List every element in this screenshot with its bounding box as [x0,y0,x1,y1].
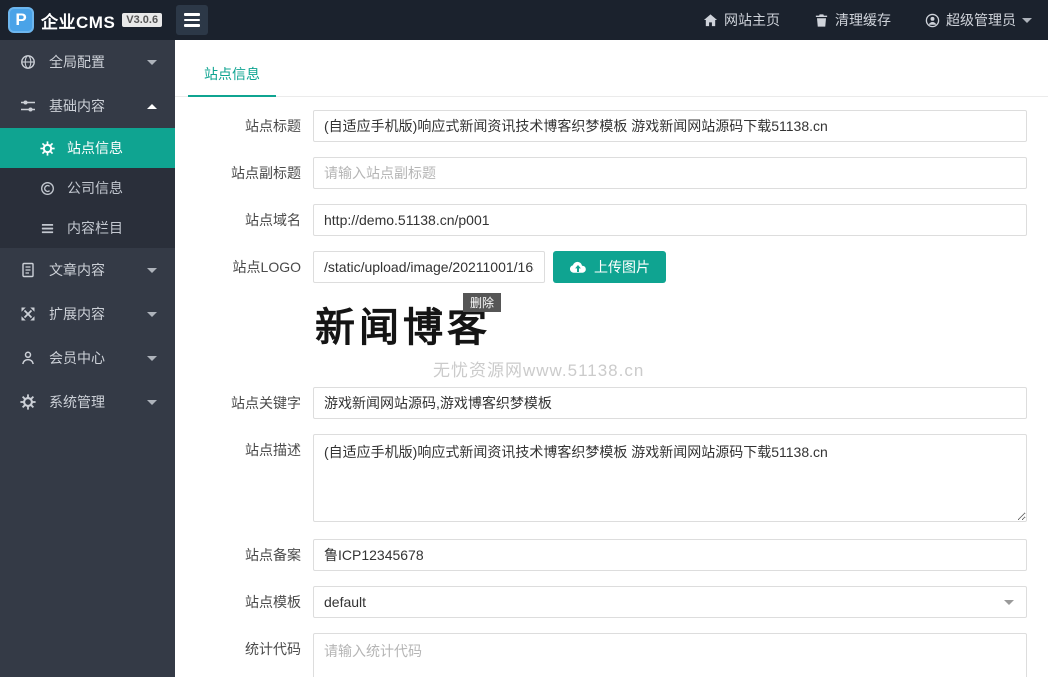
sidebar-item-label: 全局配置 [49,54,105,70]
form-row: 站点域名 [175,204,1027,236]
sidebar-item-system-management[interactable]: 系统管理 [0,380,175,424]
tab-site-info[interactable]: 站点信息 [188,58,276,97]
list-icon [41,223,54,233]
chevron-down-icon [147,355,157,361]
arrows-out-icon [21,307,35,321]
form-row: 站点标题 [175,110,1027,142]
site-title-input[interactable] [313,110,1027,142]
site-home-label: 网站主页 [724,12,780,28]
app-window: P 企业CMS V3.0.6 网站主页 清理缓存 超级管理员 全局配置 基础内容… [0,0,1048,677]
sidebar-item-label: 文章内容 [49,262,105,278]
sidebar-item-member-center[interactable]: 会员中心 [0,336,175,380]
sidebar-item-label: 系统管理 [49,394,105,410]
gear-icon [20,394,36,410]
form-row: 站点关键字 [175,387,1027,419]
sidebar-item-label: 会员中心 [49,350,105,366]
chevron-down-icon [1004,600,1014,605]
site-description-textarea[interactable]: (自适应手机版)响应式新闻资讯技术博客织梦模板 游戏新闻网站源码下载51138.… [313,434,1027,522]
chevron-down-icon [1022,17,1032,23]
globe-icon [21,55,35,69]
copyright-icon [41,181,54,195]
person-icon [22,351,34,365]
site-logo-label: 站点LOGO [232,259,301,275]
sidebar-item-global-config[interactable]: 全局配置 [0,40,175,84]
site-stats-label: 统计代码 [245,641,301,657]
sidebar-item-extended-content[interactable]: 扩展内容 [0,292,175,336]
site-keywords-label: 站点关键字 [231,395,301,411]
site-keywords-input[interactable] [313,387,1027,419]
site-subtitle-label: 站点副标题 [231,165,301,181]
sidebar-toggle-button[interactable] [176,5,208,35]
sidebar-item-label: 基础内容 [49,98,105,114]
main-content: 站点信息 站点标题 站点副标题 站点域名 [175,40,1048,677]
chevron-up-icon [147,103,157,109]
chevron-down-icon [147,399,157,405]
version-badge: V3.0.6 [122,13,163,27]
upload-image-label: 上传图片 [594,259,650,275]
site-template-label: 站点模板 [245,594,301,610]
cloud-upload-icon [569,261,586,273]
trash-icon [815,13,828,27]
site-icp-input[interactable] [313,539,1027,571]
hamburger-bar [184,13,200,16]
hamburger-bar [184,24,200,27]
sidebar-item-label: 扩展内容 [49,306,105,322]
form-row: 站点模板 default [175,586,1027,618]
brand-logo-icon: P [8,7,34,33]
form-row: 站点副标题 [175,157,1027,189]
site-domain-input[interactable] [313,204,1027,236]
gear-icon [40,140,55,156]
sidebar-item-basic-content[interactable]: 基础内容 [0,84,175,128]
delete-logo-button[interactable]: 删除 [463,293,502,312]
admin-user-menu[interactable]: 超级管理员 [925,10,1032,30]
site-info-form: 站点标题 站点副标题 站点域名 站点LOGO [175,97,1048,677]
brand[interactable]: P 企业CMS V3.0.6 [0,7,175,33]
document-icon [22,262,34,278]
site-template-select[interactable]: default [313,586,1027,618]
sidebar-item-content-columns[interactable]: 内容栏目 [0,208,175,248]
clear-cache-link[interactable]: 清理缓存 [814,10,891,30]
site-home-link[interactable]: 网站主页 [703,10,780,30]
topbar: P 企业CMS V3.0.6 网站主页 清理缓存 超级管理员 [0,0,1048,40]
upload-image-button[interactable]: 上传图片 [553,251,666,283]
form-row: 站点LOGO 上传图片 [175,251,1027,283]
site-stats-textarea[interactable] [313,633,1027,677]
sidebar-item-label: 公司信息 [67,180,123,196]
sidebar-item-label: 站点信息 [67,140,123,156]
form-row: 统计代码 [175,633,1027,677]
site-icp-label: 站点备案 [245,547,301,563]
clear-cache-label: 清理缓存 [835,12,891,28]
site-logo-preview: 删除 新闻博客 无忧资源网www.51138.cn [315,293,735,381]
sidebar-item-label: 内容栏目 [67,220,123,236]
sidebar: 全局配置 基础内容 站点信息 公司信息 内容栏目 文章内容 扩展内容 会员中心 … [0,40,175,677]
user-circle-icon [925,13,940,27]
site-logo-preview-image: 新闻博客 [315,305,491,351]
site-subtitle-input[interactable] [313,157,1027,189]
sidebar-submenu-basic-content: 站点信息 公司信息 内容栏目 [0,128,175,248]
admin-user-label: 超级管理员 [946,12,1016,28]
brand-name: 企业CMS [41,12,116,32]
site-template-selected-value: default [324,594,367,610]
site-title-label: 站点标题 [245,118,301,134]
sliders-icon [21,100,35,112]
chevron-down-icon [147,59,157,65]
sidebar-item-site-info[interactable]: 站点信息 [0,128,175,168]
hamburger-bar [184,18,200,22]
site-description-label: 站点描述 [245,442,301,458]
form-row: 站点备案 [175,539,1027,571]
site-domain-label: 站点域名 [245,212,301,228]
chevron-down-icon [147,311,157,317]
watermark-text: 无忧资源网www.51138.cn [433,361,645,380]
chevron-down-icon [147,267,157,273]
topbar-menu: 网站主页 清理缓存 超级管理员 [703,10,1048,30]
site-logo-path-input[interactable] [313,251,545,283]
home-icon [703,13,718,26]
sidebar-item-article-content[interactable]: 文章内容 [0,248,175,292]
tab-bar: 站点信息 [175,58,1048,97]
sidebar-item-company-info[interactable]: 公司信息 [0,168,175,208]
form-row: 站点描述 (自适应手机版)响应式新闻资讯技术博客织梦模板 游戏新闻网站源码下载5… [175,434,1027,522]
